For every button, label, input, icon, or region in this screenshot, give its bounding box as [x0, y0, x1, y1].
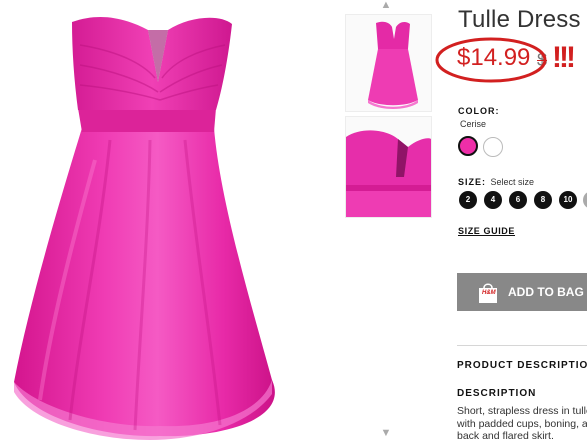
- description-text: Short, strapless dress in tulle with pad…: [457, 405, 587, 442]
- color-swatch-white[interactable]: [483, 137, 503, 157]
- description-heading: DESCRIPTION: [457, 388, 537, 399]
- size-label: SIZE:: [458, 177, 487, 187]
- size-option-more[interactable]: [583, 191, 587, 209]
- color-label: COLOR:: [458, 106, 500, 116]
- add-to-bag-button[interactable]: H&M ADD TO BAG: [457, 273, 587, 311]
- size-option-10[interactable]: 10: [559, 191, 577, 209]
- size-option-4[interactable]: 4: [484, 191, 502, 209]
- section-divider: [457, 345, 587, 346]
- selected-color-name: Cerise: [460, 119, 487, 129]
- color-swatch-cerise[interactable]: [458, 136, 478, 156]
- price-annotation-marks: !!!: [552, 41, 576, 74]
- size-option-2[interactable]: 2: [459, 191, 477, 209]
- size-prompt: Select size: [490, 177, 534, 187]
- product-main-image[interactable]: [0, 0, 330, 441]
- size-row-header: SIZE: Select size: [458, 172, 534, 190]
- thumbnail-back[interactable]: [345, 116, 432, 218]
- gallery-up-arrow-icon[interactable]: ▲: [379, 0, 393, 11]
- size-option-6[interactable]: 6: [509, 191, 527, 209]
- brand-logo-mark: H&M: [482, 290, 496, 296]
- gallery-down-arrow-icon[interactable]: ▼: [379, 428, 393, 439]
- product-title: Tulle Dress: [458, 6, 581, 33]
- size-option-8[interactable]: 8: [534, 191, 552, 209]
- dress-thumbnail-image: [368, 21, 418, 109]
- dress-back-thumbnail-image: [346, 130, 431, 217]
- size-guide-link[interactable]: SIZE GUIDE: [458, 226, 515, 236]
- price-circle-annotation: [435, 37, 547, 83]
- thumbnail-front[interactable]: [345, 14, 432, 112]
- add-to-bag-label: ADD TO BAG: [508, 285, 584, 299]
- product-description-heading[interactable]: PRODUCT DESCRIPTION: [457, 360, 587, 371]
